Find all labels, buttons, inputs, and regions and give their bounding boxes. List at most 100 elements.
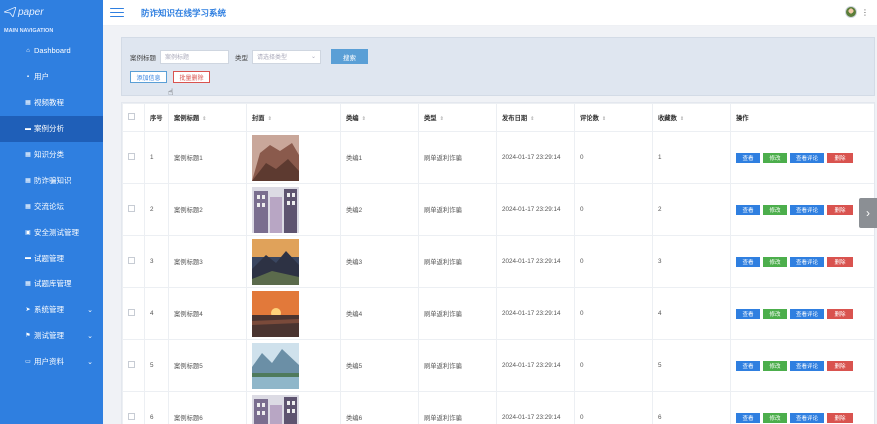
delete-button[interactable]: 删除 <box>827 256 853 267</box>
column-header[interactable]: 类型 ⇕ <box>418 103 497 132</box>
edit-button[interactable]: 修改 <box>763 256 787 267</box>
sort-icon[interactable]: ⇕ <box>362 116 366 122</box>
column-header[interactable]: 发布日期 ⇕ <box>496 103 575 132</box>
column-header[interactable]: 类编 ⇕ <box>340 103 419 132</box>
delete-button[interactable]: 删除 <box>827 360 853 371</box>
view-comments-button[interactable]: 查看评论 <box>790 256 824 267</box>
view-button[interactable]: 查看 <box>736 412 760 423</box>
edit-button[interactable]: 修改 <box>763 204 787 215</box>
sidebar-item[interactable]: ▭ 用户资料 ⌄ <box>0 349 103 375</box>
action-row: 添加信息 批量删除 <box>130 71 210 83</box>
type-select[interactable]: 请选择类型 ⌄ <box>252 49 321 64</box>
edit-button[interactable]: 修改 <box>763 308 787 319</box>
row-checkbox[interactable] <box>128 153 135 160</box>
view-button[interactable]: 查看 <box>736 308 760 319</box>
edit-button[interactable]: 修改 <box>763 152 787 163</box>
sort-icon[interactable]: ⇕ <box>202 116 206 122</box>
view-comments-button[interactable]: 查看评论 <box>790 412 824 423</box>
view-comments-button[interactable]: 查看评论 <box>790 204 824 215</box>
view-button[interactable]: 查看 <box>736 152 760 163</box>
view-button[interactable]: 查看 <box>736 204 760 215</box>
sidebar-item-label: 视频教程 <box>34 98 64 108</box>
logo[interactable]: paper <box>0 0 103 24</box>
row-checkbox[interactable] <box>128 413 135 420</box>
view-comments-button[interactable]: 查看评论 <box>790 308 824 319</box>
delete-button[interactable]: 删除 <box>827 412 853 423</box>
sidebar-item-label: 安全测试管理 <box>34 227 79 237</box>
sort-icon[interactable]: ⇕ <box>530 116 534 122</box>
view-comments-button[interactable]: 查看评论 <box>790 360 824 371</box>
sidebar-item[interactable]: ▦ 防诈骗知识 <box>0 167 103 193</box>
sidebar-item[interactable]: ▬ 试题管理 <box>0 245 103 271</box>
index-cell: 6 <box>144 391 169 424</box>
chevron-right-icon[interactable]: › <box>859 198 877 228</box>
column-header: 操作 <box>730 103 874 132</box>
row-checkbox[interactable] <box>128 205 135 212</box>
sidebar-item[interactable]: ▦ 视频教程 <box>0 90 103 116</box>
sort-icon[interactable]: ⇕ <box>440 116 444 122</box>
row-checkbox[interactable] <box>128 361 135 368</box>
search-row: 案例标题 案例标题 类型 请选择类型 ⌄ 搜索 <box>130 49 368 64</box>
edit-button[interactable]: 修改 <box>763 360 787 371</box>
select-all-checkbox[interactable] <box>128 113 135 120</box>
sidebar-item[interactable]: ▣ 安全测试管理 <box>0 219 103 245</box>
sidebar-item[interactable]: ▬ 案例分析 <box>0 115 117 142</box>
type-cell: 刷单返利诈骗 <box>418 235 497 288</box>
edit-button[interactable]: 修改 <box>763 412 787 423</box>
row-checkbox[interactable] <box>128 309 135 316</box>
delete-button[interactable]: 删除 <box>827 152 853 163</box>
category-cell: 类编6 <box>340 391 419 424</box>
sidebar-item-label: 试题管理 <box>34 253 64 263</box>
date-cell: 2024-01-17 23:29:14 <box>496 391 575 424</box>
search-button[interactable]: 搜索 <box>331 49 368 64</box>
sidebar-item-label: 试题库管理 <box>34 279 72 289</box>
grid-icon: ▦ <box>25 152 31 158</box>
sort-icon[interactable]: ⇕ <box>268 116 272 122</box>
avatar[interactable] <box>845 6 857 18</box>
column-header[interactable]: 评论数 ⇕ <box>574 103 653 132</box>
column-header-label: 发布日期 <box>502 115 528 122</box>
index-cell: 1 <box>144 131 169 184</box>
sidebar-item[interactable]: ▪ 用户 <box>0 64 103 90</box>
sidebar-item[interactable]: ⌂ Dashboard <box>0 38 103 64</box>
operations-cell: 查看 修改 查看评论 删除 <box>730 235 874 288</box>
more-options-icon[interactable]: ⋮ <box>861 8 869 17</box>
title-search-input[interactable]: 案例标题 <box>160 49 229 64</box>
sidebar-item-label: Dashboard <box>34 46 71 56</box>
paper-plane-icon <box>4 7 16 17</box>
category-cell: 类编3 <box>340 235 419 288</box>
sidebar-item[interactable]: ▦ 试题库管理 <box>0 271 103 297</box>
top-right-tools: ⋮ <box>845 6 869 18</box>
sidebar-item[interactable]: ➤ 系统管理 ⌄ <box>0 297 103 323</box>
batch-delete-button[interactable]: 批量删除 <box>173 71 210 83</box>
favorites-cell: 6 <box>652 391 731 424</box>
row-checkbox[interactable] <box>128 257 135 264</box>
view-comments-button[interactable]: 查看评论 <box>790 152 824 163</box>
sidebar-item[interactable]: ▦ 交流论坛 <box>0 193 103 219</box>
chevron-down-icon: ⌄ <box>87 358 93 366</box>
column-header[interactable]: 案例标题 ⇕ <box>168 103 247 132</box>
sort-icon[interactable]: ⇕ <box>680 116 684 122</box>
view-button[interactable]: 查看 <box>736 360 760 371</box>
data-table: 序号 案例标题 ⇕ 封面 ⇕ 类编 ⇕ 类型 ⇕ 发布日期 ⇕ 评论数 ⇕ 收藏数 ⇕ 操作 1 案例标题1 类编… <box>121 102 875 424</box>
home-icon: ⌂ <box>26 47 30 54</box>
main-content: 案例标题 案例标题 类型 请选择类型 ⌄ 搜索 添加信息 批量删除 ☝ 序号 案例… <box>103 26 877 424</box>
comments-cell: 0 <box>574 339 653 392</box>
sidebar-item[interactable]: ▦ 知识分类 <box>0 142 103 168</box>
table-row: 3 案例标题3 类编3 刷单返利诈骗 2024-01-17 23:29:14 0 3 查看 修改… <box>122 235 874 288</box>
column-header[interactable]: 封面 ⇕ <box>246 103 341 132</box>
sidebar-item[interactable]: ⚑ 测试管理 ⌄ <box>0 323 103 349</box>
view-button[interactable]: 查看 <box>736 256 760 267</box>
operations-cell: 查看 修改 查看评论 删除 <box>730 391 874 424</box>
date-cell: 2024-01-17 23:29:14 <box>496 287 575 340</box>
add-button[interactable]: 添加信息 <box>130 71 167 83</box>
column-header[interactable]: 收藏数 ⇕ <box>652 103 731 132</box>
delete-button[interactable]: 删除 <box>827 308 853 319</box>
delete-button[interactable]: 删除 <box>827 204 853 215</box>
title-cell: 案例标题6 <box>168 391 247 424</box>
menu-toggle-icon[interactable] <box>110 7 124 18</box>
date-cell: 2024-01-17 23:29:14 <box>496 339 575 392</box>
sort-icon[interactable]: ⇕ <box>602 116 606 122</box>
index-cell: 4 <box>144 287 169 340</box>
select-cell <box>122 391 145 424</box>
